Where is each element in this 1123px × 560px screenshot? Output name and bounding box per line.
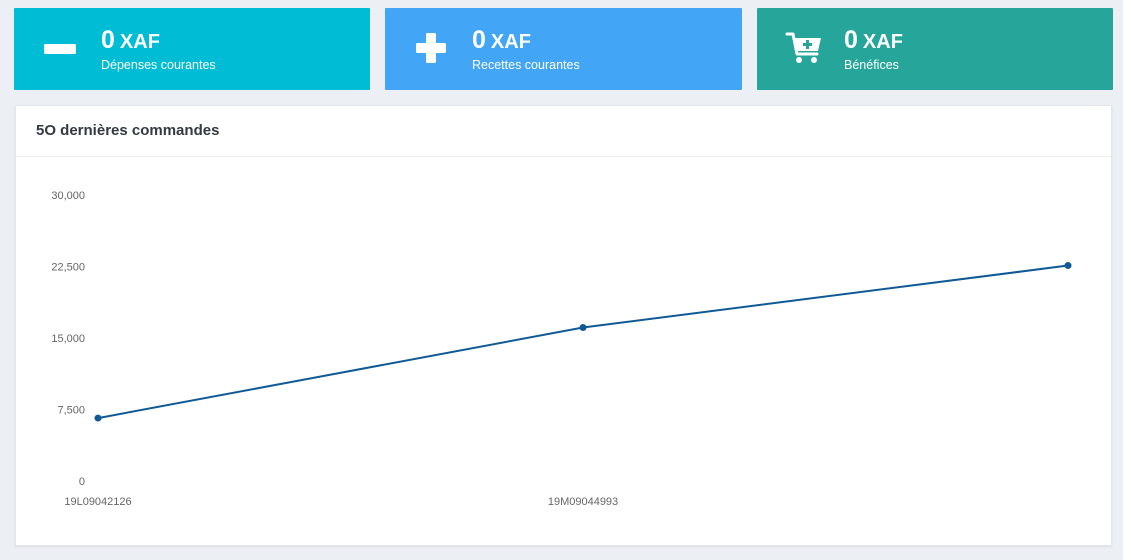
data-point[interactable]: [579, 324, 587, 332]
data-point[interactable]: [1064, 262, 1072, 270]
stat-currency: XAF: [490, 31, 531, 53]
stat-amount: 0 XAF: [101, 26, 160, 56]
stat-amount: 0 XAF: [844, 26, 903, 56]
stat-currency: XAF: [119, 31, 160, 53]
y-tick-label: 15,000: [51, 333, 85, 345]
stat-amount: 0 XAF: [472, 26, 531, 56]
stat-amount-value: 0: [101, 26, 115, 54]
stat-label: Bénéfices: [844, 58, 899, 72]
x-tick-label: 19L09042126: [64, 496, 131, 508]
stat-currency: XAF: [862, 31, 903, 53]
orders-line-chart: 0 7,500 15,000 22,500 30,000 19L09042126 19M09…: [51, 190, 1072, 508]
stat-card-profit: 0 XAF Bénéfices: [757, 8, 1113, 90]
stat-card-revenue: 0 XAF Recettes courantes: [385, 8, 742, 90]
stat-label: Dépenses courantes: [101, 58, 216, 72]
plus-icon: [413, 28, 453, 68]
stat-amount-value: 0: [844, 26, 858, 54]
stat-card-expenses: 0 XAF Dépenses courantes: [14, 8, 370, 90]
series-line: [97, 264, 1069, 420]
y-tick-label: 0: [79, 476, 85, 488]
data-point[interactable]: [94, 414, 102, 422]
cart-plus-icon: [785, 28, 825, 68]
y-tick-label: 7,500: [57, 405, 85, 417]
y-tick-label: 30,000: [51, 190, 85, 202]
x-tick-label: 19M09044993: [548, 496, 618, 508]
minus-icon: [42, 28, 82, 68]
stat-label: Recettes courantes: [472, 58, 580, 72]
y-tick-label: 22,500: [51, 262, 85, 274]
orders-chart-panel: 5O dernières commandes 0 7,500 15,000 22,50…: [15, 105, 1112, 546]
stat-amount-value: 0: [472, 26, 486, 54]
